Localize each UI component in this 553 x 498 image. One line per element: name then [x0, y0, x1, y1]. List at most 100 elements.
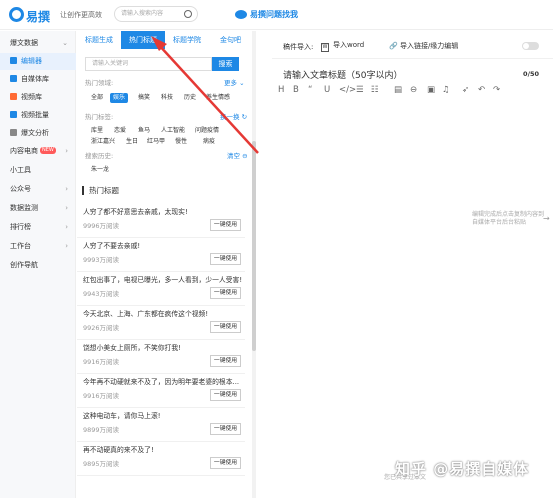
format-button-icon[interactable]: ↶: [478, 85, 485, 95]
sidebar-item-label: 视频批量: [21, 111, 49, 119]
use-title-button[interactable]: 一键使用: [210, 389, 241, 401]
editor: 稿件导入: W 导入word 🔗 导入链接/缘力编辑 请输入文章标题（50字以内）…: [272, 31, 553, 498]
domain-chip[interactable]: 养生情感: [203, 93, 233, 103]
panel-scrollbar[interactable]: [252, 31, 256, 498]
arrow-right-icon[interactable]: →: [543, 214, 550, 223]
sidebar-item-label: 排行榜: [10, 223, 31, 231]
sidebar-item-10[interactable]: 排行榜 ›: [0, 219, 76, 236]
sidebar-item-4[interactable]: 视频批量: [0, 107, 76, 124]
domain-chip[interactable]: 搞笑: [135, 93, 153, 103]
sidebar-item-7[interactable]: 小工具: [0, 162, 76, 179]
import-link-button[interactable]: 🔗 导入链接/缘力编辑: [389, 41, 458, 51]
tag-chip[interactable]: 恋爱: [111, 126, 129, 136]
format-button-icon[interactable]: ♫: [442, 85, 450, 95]
search-input[interactable]: 请输入搜索内容: [114, 6, 198, 22]
format-button-icon[interactable]: ➶: [462, 85, 469, 95]
logo[interactable]: 易撰: [9, 5, 59, 25]
chevron-icon: ⌄: [62, 39, 68, 47]
format-button-icon[interactable]: ▣: [427, 85, 435, 95]
sidebar-item-12[interactable]: 创作导航: [0, 257, 76, 274]
sidebar-item-label: 自媒体库: [21, 75, 49, 83]
help-link[interactable]: 易撰问题找我: [235, 9, 298, 20]
use-title-button[interactable]: 一键使用: [210, 287, 241, 299]
use-title-button[interactable]: 一键使用: [210, 423, 241, 435]
tag-chip[interactable]: 鱼马: [135, 126, 153, 136]
tab-title-academy[interactable]: 标题学院: [165, 31, 209, 49]
sidebar-item-2[interactable]: 自媒体库: [0, 71, 76, 88]
sidebar: 爆文数据 ⌄ 编辑器自媒体库视频库视频批量爆文分析 内容电商 NEW › 小工具公众号 › 数据…: [0, 31, 76, 498]
domain-chip[interactable]: 娱乐: [110, 93, 129, 103]
format-button-icon[interactable]: “: [308, 85, 312, 95]
sidebar-item-8[interactable]: 公众号 ›: [0, 181, 76, 198]
tab-golden-quotes[interactable]: 金句吧: [209, 31, 252, 49]
sidebar-item-5[interactable]: 爆文分析: [0, 125, 76, 142]
chevron-icon: ›: [65, 223, 68, 231]
chat-icon: [235, 10, 247, 19]
sidebar-item-6[interactable]: 内容电商 NEW ›: [0, 143, 76, 160]
use-title-button[interactable]: 一键使用: [210, 219, 241, 231]
tag-chip[interactable]: 人工智能: [158, 126, 188, 136]
import-toggle[interactable]: [522, 42, 539, 50]
more-domains-button[interactable]: 更多 ⌄: [224, 77, 245, 87]
sidebar-item-label: 工作台: [10, 242, 31, 250]
format-button-icon[interactable]: H: [278, 85, 284, 95]
read-count: 9916万阅读: [83, 392, 120, 400]
use-title-button[interactable]: 一键使用: [210, 253, 241, 265]
scrollbar-thumb[interactable]: [252, 141, 256, 351]
hot-title-text: 今天北京、上海、广东都在疯传这个视频!: [83, 310, 209, 318]
keyword-input[interactable]: 请输入关键词: [85, 57, 212, 71]
format-button-icon[interactable]: ☰: [356, 85, 364, 95]
format-button-icon[interactable]: ▤: [394, 85, 402, 95]
logo-text: 易撰: [26, 10, 51, 24]
list-item: 这种电动车，请你马上滚! 9899万阅读 一键使用: [77, 405, 245, 442]
history-item[interactable]: 朱一龙: [88, 165, 112, 175]
domain-chip[interactable]: 科技: [158, 93, 176, 103]
search-icon[interactable]: [184, 10, 192, 18]
use-title-button[interactable]: 一键使用: [210, 457, 241, 469]
sidebar-item-label: 爆文数据: [10, 39, 38, 47]
format-button-icon[interactable]: ☷: [371, 85, 379, 95]
hot-title-text: 今年再不动硬就来不及了，因为明年要老婆的根本...: [83, 378, 240, 386]
title-char-count: 0/50: [523, 70, 539, 78]
format-button-icon[interactable]: B: [293, 85, 299, 95]
tag-chip[interactable]: 慢性: [172, 137, 190, 147]
import-word-label: 导入word: [333, 41, 365, 49]
sidebar-item-3[interactable]: 视频库: [0, 89, 76, 106]
list-item: 饶想小美女上厕所，不笑你打我! 9916万阅读 一键使用: [77, 337, 245, 374]
sidebar-item-0[interactable]: 爆文数据 ⌄: [0, 35, 76, 52]
format-button-icon[interactable]: </>: [339, 85, 356, 95]
sidebar-item-label: 创作导航: [10, 261, 38, 269]
sidebar-item-1[interactable]: 编辑器: [0, 53, 76, 70]
slogan: 让创作更高效: [60, 11, 102, 19]
help-link-label: 易撰问题找我: [250, 10, 298, 19]
clear-history-button[interactable]: 清空 ⊖: [227, 150, 248, 160]
domain-chip[interactable]: 历史: [181, 93, 199, 103]
word-icon: W: [321, 43, 329, 52]
tab-hot-titles[interactable]: 热门标题: [121, 31, 165, 49]
refresh-tags-button[interactable]: 换一换 ↻: [220, 111, 247, 121]
tag-chip[interactable]: 库里: [88, 126, 106, 136]
format-button-icon[interactable]: U: [324, 85, 330, 95]
tag-chip[interactable]: 生日: [123, 137, 141, 147]
read-count: 9993万阅读: [83, 256, 120, 264]
logo-icon: [9, 7, 24, 22]
tag-chip[interactable]: 红马甲: [144, 137, 168, 147]
tag-chip[interactable]: 浙江嘉兴: [88, 137, 118, 147]
tag-chip[interactable]: 问题疫情: [192, 126, 222, 136]
keyword-search-button[interactable]: 搜索: [212, 57, 239, 71]
article-title-input[interactable]: 请输入文章标题（50字以内）: [283, 68, 402, 81]
chevron-icon: ›: [65, 147, 68, 155]
tag-chip[interactable]: 病疫: [200, 137, 218, 147]
sidebar-item-9[interactable]: 数据监测 ›: [0, 200, 76, 217]
domain-chip[interactable]: 全部: [88, 93, 106, 103]
tab-title-generate[interactable]: 标题生成: [77, 31, 121, 49]
copy-hint: 编辑完成后点击复制内容到自媒体平台后台粘贴: [472, 211, 545, 226]
import-word-button[interactable]: W 导入word: [321, 40, 364, 52]
search-placeholder: 请输入搜索内容: [121, 10, 164, 17]
use-title-button[interactable]: 一键使用: [210, 321, 241, 333]
sidebar-item-11[interactable]: 工作台 ›: [0, 238, 76, 255]
format-button-icon[interactable]: ⊖: [410, 85, 417, 95]
use-title-button[interactable]: 一键使用: [210, 355, 241, 367]
format-button-icon[interactable]: ↷: [493, 85, 500, 95]
list-item: 红包出事了，电视已曝光，多一人看到，少一人受害! 9943万阅读 一键使用: [77, 269, 245, 306]
